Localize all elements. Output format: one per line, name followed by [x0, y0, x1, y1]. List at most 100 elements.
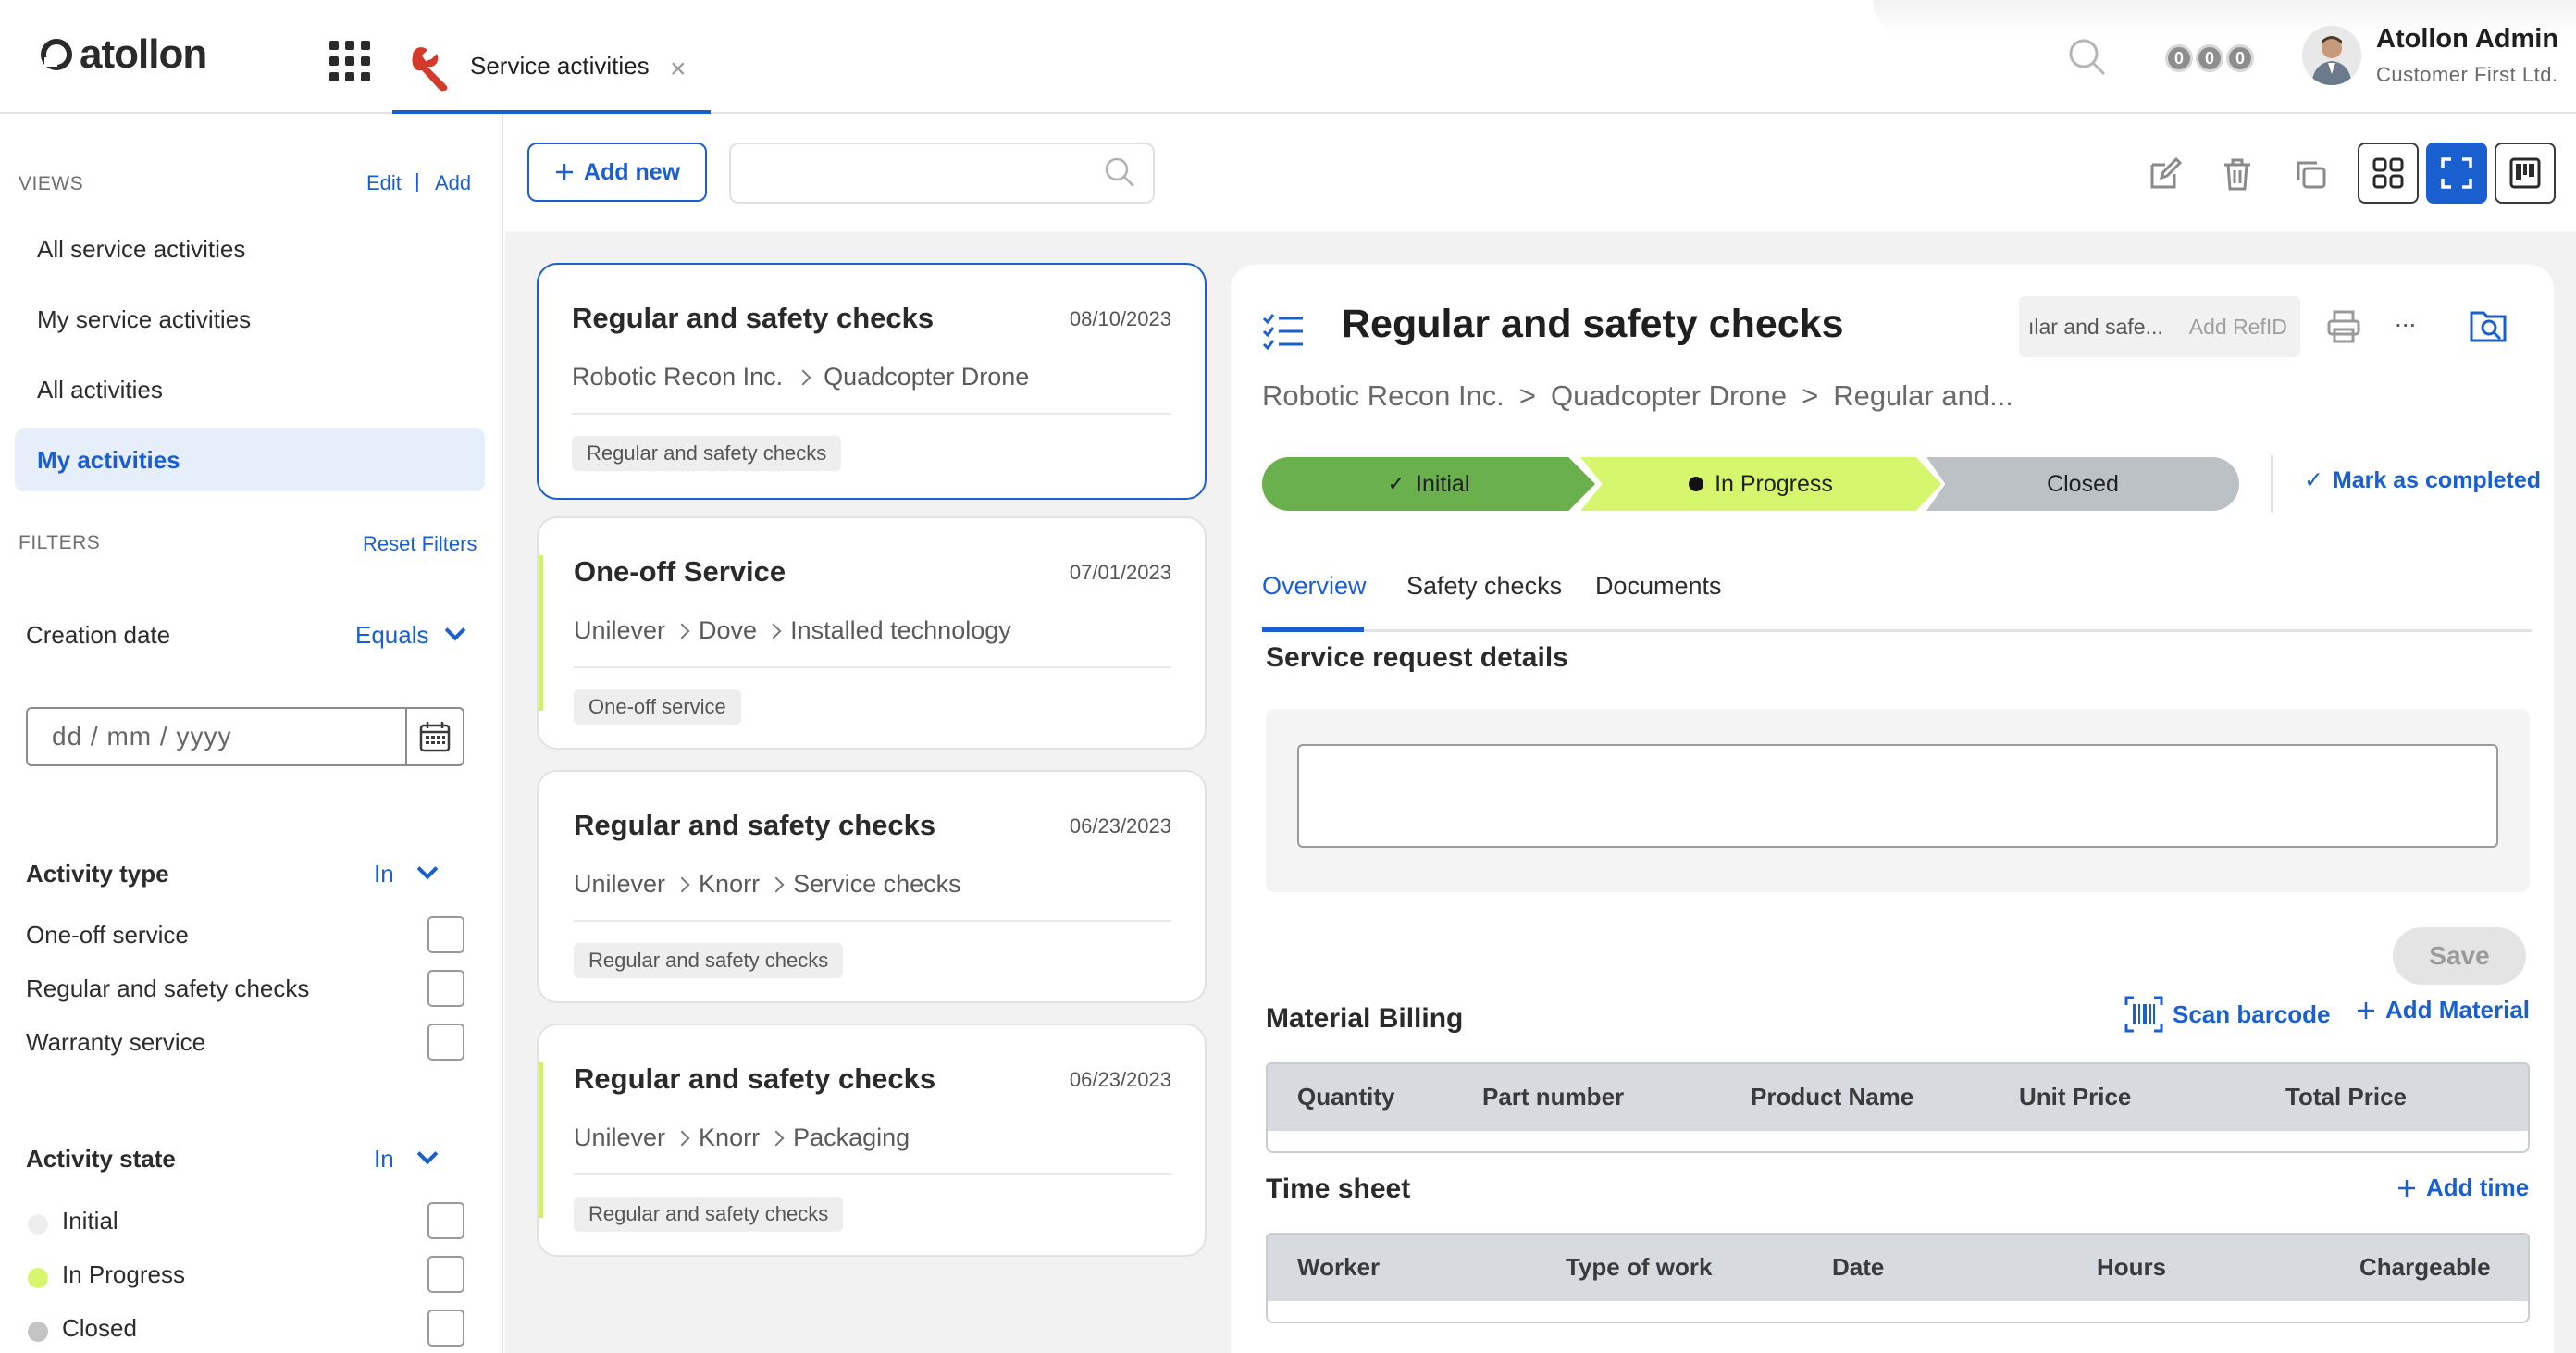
notification-badge[interactable]: 0: [2165, 44, 2193, 72]
grid-view-button[interactable]: [2358, 143, 2419, 204]
stage-closed[interactable]: Closed: [1926, 457, 2239, 511]
creation-date-label: Creation date: [26, 621, 171, 649]
activity-card[interactable]: Regular and safety checks 06/23/2023 Uni…: [537, 1024, 1207, 1257]
chevron-down-icon[interactable]: [416, 1143, 439, 1165]
add-material-button[interactable]: Add Material: [2356, 996, 2530, 1024]
kanban-view-button[interactable]: [2495, 143, 2556, 204]
activity-state-checkbox[interactable]: [427, 1310, 464, 1347]
notification-badges[interactable]: 0 0 0: [2165, 44, 2254, 72]
list-search-input[interactable]: [729, 143, 1155, 204]
card-crumb: Unilever: [574, 870, 666, 898]
activity-type-checkbox[interactable]: [427, 916, 464, 953]
time-sheet-table-header: Worker Type of work Date Hours Chargeabl…: [1266, 1233, 2530, 1301]
creation-date-field[interactable]: dd / mm / yyyy: [26, 707, 464, 766]
chevron-down-icon[interactable]: [444, 619, 466, 641]
activity-card[interactable]: One-off Service 07/01/2023 Unilever Dove…: [537, 516, 1207, 750]
mark-as-completed-button[interactable]: ✓ Mark as completed: [2304, 466, 2541, 494]
date-placeholder: dd / mm / yyyy: [52, 722, 232, 751]
service-request-input[interactable]: [1297, 744, 2498, 848]
column-header[interactable]: Date: [1832, 1253, 1884, 1282]
apps-grid-icon[interactable]: [329, 41, 370, 81]
user-name[interactable]: Atollon Admin: [2376, 24, 2558, 55]
stage-divider: [2271, 455, 2273, 513]
detail-crumb[interactable]: Quadcopter Drone: [1551, 379, 1787, 413]
calendar-icon: [419, 722, 451, 752]
scan-barcode-button[interactable]: Scan barcode: [2124, 996, 2331, 1033]
column-header[interactable]: Part number: [1482, 1083, 1624, 1111]
chevron-right-icon: [674, 623, 690, 639]
reset-filters-link[interactable]: Reset Filters: [363, 532, 477, 556]
activity-type-checkbox[interactable]: [427, 970, 464, 1007]
card-tag: Regular and safety checks: [574, 943, 844, 978]
creation-date-operator[interactable]: Equals: [355, 621, 429, 650]
notification-badge[interactable]: 0: [2196, 44, 2223, 72]
column-header[interactable]: Total Price: [2285, 1083, 2407, 1111]
views-edit-link[interactable]: Edit: [366, 171, 402, 195]
edit-icon[interactable]: [2145, 154, 2186, 194]
card-date: 08/10/2023: [1069, 307, 1171, 330]
detail-crumb[interactable]: Robotic Recon Inc.: [1262, 379, 1505, 413]
print-icon[interactable]: [2326, 309, 2361, 344]
more-options-icon[interactable]: ...: [2395, 304, 2416, 333]
activity-type-operator[interactable]: In: [374, 860, 394, 888]
detail-title[interactable]: Regular and safety checks: [1342, 302, 1844, 347]
add-new-button[interactable]: Add new: [527, 143, 707, 202]
avatar[interactable]: [2302, 26, 2361, 85]
chevron-right-icon: [795, 369, 811, 385]
mark-completed-label: Mark as completed: [2332, 466, 2542, 493]
tab-documents[interactable]: Documents: [1595, 572, 1722, 601]
card-crumb: Unilever: [574, 616, 666, 644]
column-header[interactable]: Hours: [2097, 1253, 2166, 1282]
tab-safety-checks[interactable]: Safety checks: [1406, 572, 1562, 601]
notification-badge[interactable]: 0: [2226, 44, 2254, 72]
search-icon[interactable]: [2067, 37, 2108, 78]
stage-label: Initial: [1416, 470, 1470, 497]
folder-search-icon[interactable]: [2469, 307, 2508, 344]
activity-state-checkbox[interactable]: [427, 1202, 464, 1239]
column-header[interactable]: Chargeable: [2359, 1253, 2491, 1282]
fullscreen-view-button[interactable]: [2426, 143, 2487, 204]
user-company: Customer First Ltd.: [2376, 63, 2558, 86]
column-header[interactable]: Type of work: [1566, 1253, 1712, 1282]
view-item-my-activities[interactable]: My activities: [15, 428, 485, 491]
tab-overview[interactable]: Overview: [1262, 572, 1367, 601]
stage-initial[interactable]: ✓ Initial: [1262, 457, 1595, 511]
card-date: 07/01/2023: [1069, 561, 1171, 584]
save-button[interactable]: Save: [2393, 927, 2526, 985]
activity-state-operator[interactable]: In: [374, 1145, 394, 1173]
column-header[interactable]: Quantity: [1297, 1083, 1394, 1111]
time-sheet-title: Time sheet: [1266, 1173, 1411, 1204]
trash-icon[interactable]: [2217, 154, 2258, 194]
activity-type-label: Activity type: [26, 860, 169, 888]
plus-icon: [2398, 1179, 2415, 1197]
add-new-label: Add new: [583, 158, 681, 185]
view-item-all-activities[interactable]: All activities: [15, 358, 485, 421]
views-add-link[interactable]: Add: [435, 171, 471, 195]
column-header[interactable]: Product Name: [1751, 1083, 1913, 1111]
column-header[interactable]: Unit Price: [2019, 1083, 2131, 1111]
state-dot-closed: [28, 1322, 48, 1342]
service-request-title: Service request details: [1266, 642, 1568, 673]
activity-state-option-label: Closed: [62, 1314, 137, 1342]
card-crumb: Knorr: [699, 870, 761, 898]
activity-type-checkbox[interactable]: [427, 1024, 464, 1061]
view-item-my-service-activities[interactable]: My service activities: [15, 288, 485, 351]
activity-card[interactable]: Regular and safety checks 06/23/2023 Uni…: [537, 770, 1207, 1003]
activity-state-checkbox[interactable]: [427, 1256, 464, 1293]
activity-card[interactable]: Regular and safety checks 08/10/2023 Rob…: [537, 263, 1207, 500]
column-header[interactable]: Worker: [1297, 1253, 1380, 1282]
search-icon[interactable]: [1103, 155, 1136, 189]
tab-label: Service activities: [470, 52, 650, 80]
atollon-logo[interactable]: atollon: [39, 31, 207, 78]
stage-in-progress[interactable]: In Progress: [1580, 457, 1941, 511]
add-material-label: Add Material: [2385, 996, 2531, 1024]
refid-field[interactable]: ılar and safe... Add RefID: [2019, 296, 2300, 357]
duplicate-icon[interactable]: [2291, 154, 2332, 194]
chevron-down-icon[interactable]: [416, 858, 439, 880]
add-time-button[interactable]: Add time: [2396, 1173, 2529, 1202]
calendar-button[interactable]: [405, 709, 463, 764]
view-item-all-service-activities[interactable]: All service activities: [15, 217, 485, 280]
tab-service-activities[interactable]: Service activities ×: [392, 33, 711, 114]
tab-close-icon[interactable]: ×: [670, 54, 687, 85]
card-divider: [574, 920, 1171, 922]
